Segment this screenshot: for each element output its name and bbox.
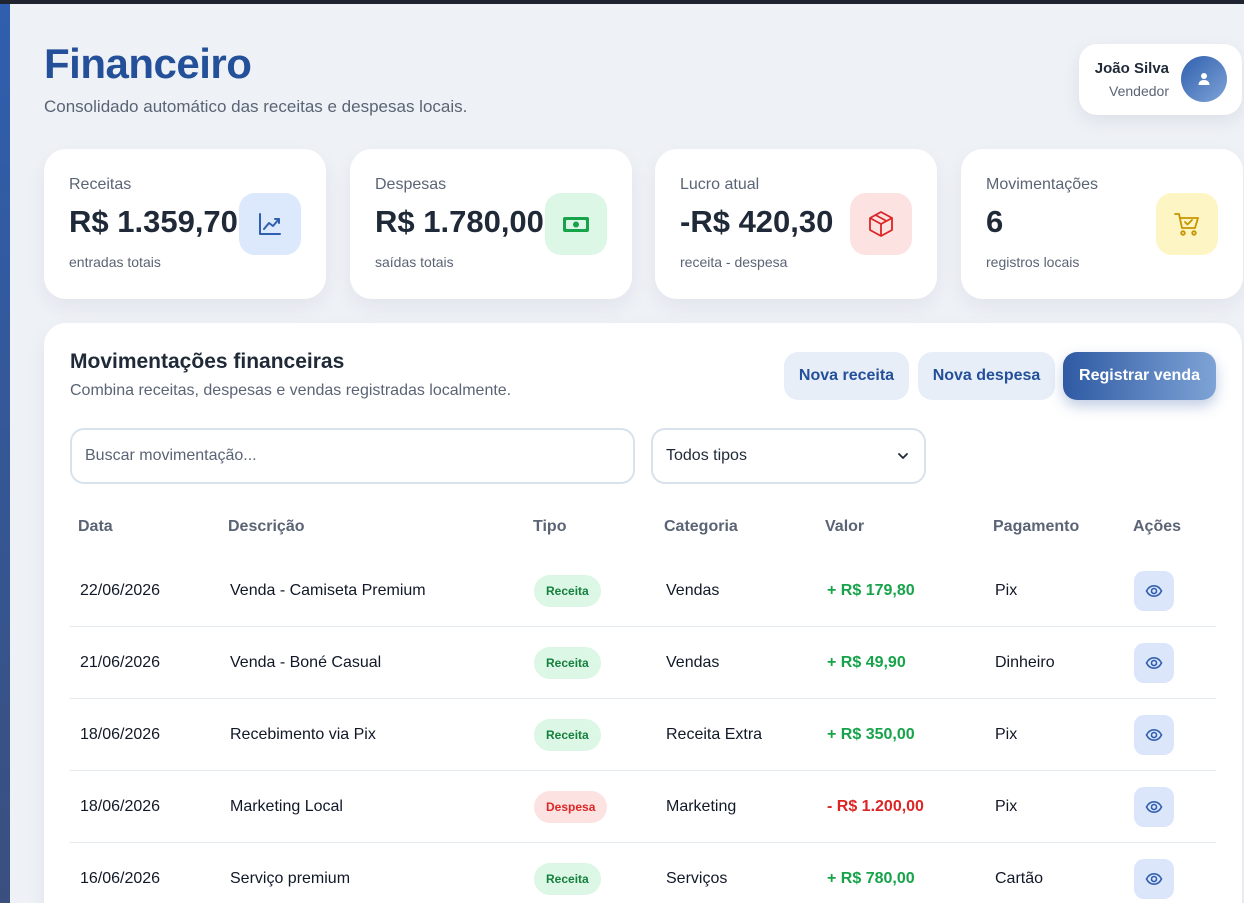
stat-value: 6 — [986, 204, 1004, 239]
stat-card-despesas: Despesas R$ 1.780,00 saídas totais — [350, 149, 632, 299]
cell-payment: Cartão — [995, 870, 1044, 887]
type-filter-value: Todos tipos — [666, 447, 747, 464]
cell-payment: Pix — [995, 582, 1018, 599]
user-role: Vendedor — [1109, 83, 1169, 99]
cart-icon — [1156, 193, 1218, 255]
table-row[interactable]: 21/06/2026 Venda - Boné Casual Receita V… — [70, 627, 1216, 699]
stat-card-movimentacoes: Movimentações 6 registros locais — [961, 149, 1243, 299]
cell-date: 16/06/2026 — [80, 870, 161, 887]
view-button[interactable] — [1134, 715, 1174, 755]
user-name: João Silva — [1094, 60, 1169, 77]
stat-note: saídas totais — [375, 254, 454, 270]
cell-date: 18/06/2026 — [80, 798, 161, 815]
new-income-button[interactable]: Nova receita — [784, 352, 909, 400]
cell-description: Venda - Boné Casual — [230, 654, 382, 671]
page-title: Financeiro — [44, 40, 252, 87]
stat-note: entradas totais — [69, 254, 161, 270]
stat-value: R$ 1.780,00 — [375, 204, 544, 239]
view-button[interactable] — [1134, 571, 1174, 611]
type-filter-select[interactable]: Todos tipos — [651, 428, 926, 484]
user-icon — [1198, 73, 1210, 85]
avatar[interactable] — [1181, 56, 1227, 102]
eye-icon — [1145, 584, 1163, 598]
column-header-categoria[interactable]: Categoria — [664, 518, 738, 536]
cell-category: Receita Extra — [666, 726, 763, 743]
type-badge: Receita — [534, 863, 601, 895]
page-subtitle: Consolidado automático das receitas e de… — [44, 97, 468, 116]
cell-description: Venda - Camiseta Premium — [230, 582, 426, 599]
stat-label: Despesas — [375, 176, 447, 193]
cell-category: Marketing — [666, 798, 737, 815]
search-input[interactable] — [70, 428, 635, 484]
stat-value: R$ 1.359,70 — [69, 204, 238, 239]
cell-amount: + R$ 780,00 — [827, 870, 915, 887]
box-icon — [850, 193, 912, 255]
cell-description: Marketing Local — [230, 798, 343, 815]
register-sale-button[interactable]: Registrar venda — [1063, 352, 1216, 400]
cell-category: Serviços — [666, 870, 728, 887]
column-header-pagamento[interactable]: Pagamento — [993, 518, 1079, 536]
stat-value: -R$ 420,30 — [680, 204, 834, 239]
panel-title: Movimentações financeiras — [70, 350, 345, 373]
table-row[interactable]: 18/06/2026 Marketing Local Despesa Marke… — [70, 771, 1216, 843]
cell-amount: - R$ 1.200,00 — [827, 798, 924, 815]
chevron-down-icon — [898, 453, 908, 459]
cell-description: Recebimento via Pix — [230, 726, 376, 743]
cell-payment: Pix — [995, 726, 1018, 743]
window-top-bar — [0, 0, 1244, 4]
cell-amount: + R$ 350,00 — [827, 726, 915, 743]
cell-description: Serviço premium — [230, 870, 351, 887]
eye-icon — [1145, 872, 1163, 886]
cell-amount: + R$ 179,80 — [827, 582, 915, 599]
cell-payment: Pix — [995, 798, 1018, 815]
cell-date: 22/06/2026 — [80, 582, 161, 599]
stat-label: Receitas — [69, 176, 132, 193]
view-button[interactable] — [1134, 859, 1174, 899]
column-header-descricao[interactable]: Descrição — [228, 518, 305, 536]
type-badge: Receita — [534, 647, 601, 679]
stat-card-lucro: Lucro atual -R$ 420,30 receita - despesa — [655, 149, 937, 299]
column-header-tipo[interactable]: Tipo — [533, 518, 566, 536]
table-row[interactable]: 18/06/2026 Recebimento via Pix Receita R… — [70, 699, 1216, 771]
table-row[interactable]: 22/06/2026 Venda - Camiseta Premium Rece… — [70, 555, 1216, 627]
cash-icon — [545, 193, 607, 255]
stat-note: registros locais — [986, 254, 1080, 270]
eye-icon — [1145, 656, 1163, 670]
stat-label: Lucro atual — [680, 176, 760, 193]
cell-payment: Dinheiro — [995, 654, 1055, 671]
user-card[interactable]: João Silva Vendedor — [1079, 44, 1242, 115]
type-badge: Despesa — [534, 791, 608, 823]
column-header-data[interactable]: Data — [78, 518, 113, 536]
eye-icon — [1145, 800, 1163, 814]
trending-up-icon — [239, 193, 301, 255]
cell-amount: + R$ 49,90 — [827, 654, 906, 671]
transactions-panel: Movimentações financeiras Combina receit… — [44, 323, 1242, 903]
view-button[interactable] — [1134, 643, 1174, 683]
cell-category: Vendas — [666, 654, 720, 671]
type-badge: Receita — [534, 719, 601, 751]
column-header-valor[interactable]: Valor — [825, 518, 864, 536]
stat-note: receita - despesa — [680, 254, 788, 270]
column-header-acoes: Ações — [1133, 518, 1182, 535]
view-button[interactable] — [1134, 787, 1174, 827]
panel-subtitle: Combina receitas, despesas e vendas regi… — [70, 382, 512, 399]
stat-label: Movimentações — [986, 176, 1099, 193]
stat-card-receitas: Receitas R$ 1.359,70 entradas totais — [44, 149, 326, 299]
sidebar-edge — [0, 4, 10, 903]
eye-icon — [1145, 728, 1163, 742]
cell-date: 18/06/2026 — [80, 726, 161, 743]
type-badge: Receita — [534, 575, 601, 607]
table-row[interactable]: 16/06/2026 Serviço premium Receita Servi… — [70, 843, 1216, 903]
cell-date: 21/06/2026 — [80, 654, 161, 671]
cell-category: Vendas — [666, 582, 720, 599]
new-expense-button[interactable]: Nova despesa — [918, 352, 1055, 400]
